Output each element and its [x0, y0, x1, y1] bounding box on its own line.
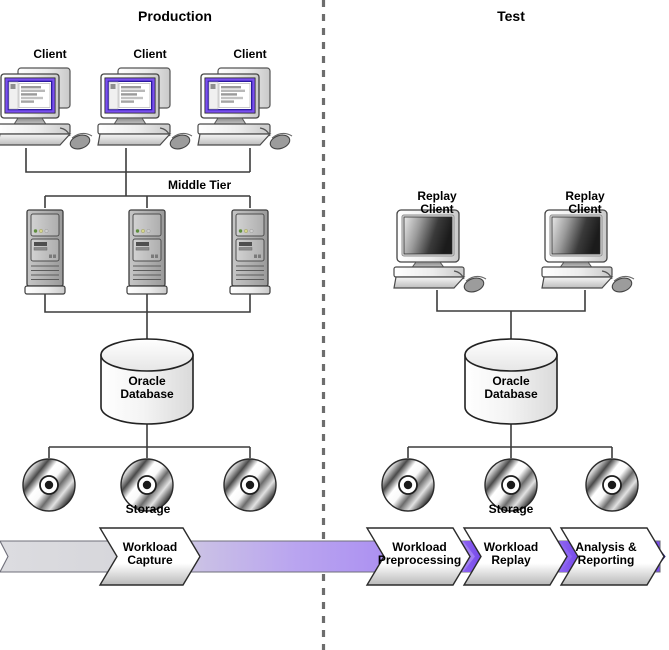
- client-computer-1: [0, 66, 94, 153]
- client-computer-2: [96, 66, 194, 153]
- test-storage-label: Storage: [488, 502, 534, 516]
- client-label-1: Client: [33, 47, 67, 61]
- middle-tier-server-3: [229, 209, 271, 295]
- middle-tier-server-1: [24, 209, 66, 295]
- replay-client-label-1: Replay Client: [417, 189, 457, 217]
- client-computer-3: [196, 66, 294, 153]
- middle-tier-label: Middle Tier: [168, 178, 232, 192]
- test-storage-disc-3: [585, 458, 639, 512]
- page-title-production: Production: [138, 8, 212, 24]
- replay-client-computer-1: [393, 209, 487, 295]
- production-storage-label: Storage: [125, 502, 171, 516]
- diagram-canvas: Production Test Client Client Client Mid…: [0, 0, 669, 650]
- flow-step-label-analysis[interactable]: Analysis & Reporting: [564, 540, 648, 568]
- test-database-label: Oracle Database: [484, 374, 538, 402]
- page-title-test: Test: [497, 8, 525, 24]
- client-label-2: Client: [133, 47, 167, 61]
- middle-tier-server-2: [126, 209, 168, 295]
- replay-client-computer-2: [541, 209, 635, 295]
- flow-step-label-capture[interactable]: Workload Capture: [110, 540, 190, 568]
- production-storage-disc-3: [223, 458, 277, 512]
- client-label-3: Client: [233, 47, 267, 61]
- replay-client-label-2: Replay Client: [565, 189, 605, 217]
- flow-step-label-preprocessing[interactable]: Workload Preprocessing: [372, 540, 467, 568]
- test-storage-disc-1: [381, 458, 435, 512]
- production-storage-disc-1: [22, 458, 76, 512]
- production-database-label: Oracle Database: [120, 374, 174, 402]
- flow-step-label-replay[interactable]: Workload Replay: [470, 540, 552, 568]
